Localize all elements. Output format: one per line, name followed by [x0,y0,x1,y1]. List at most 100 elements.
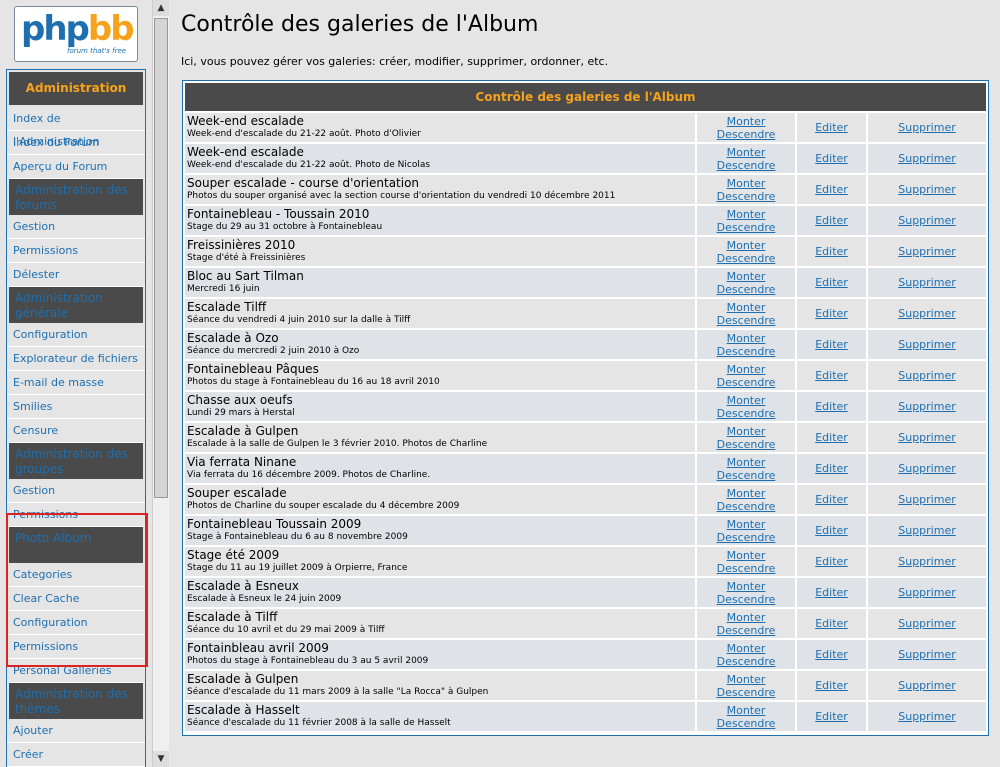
move-down-link[interactable]: Descendre [697,655,795,668]
move-up-link[interactable]: Monter [697,518,795,531]
move-up-link[interactable]: Monter [697,301,795,314]
move-up-link[interactable]: Monter [697,611,795,624]
delete-link[interactable]: Supprimer [868,214,986,227]
nav-item[interactable]: Clear Cache [7,587,145,611]
move-up-link[interactable]: Monter [697,270,795,283]
move-up-link[interactable]: Monter [697,332,795,345]
delete-link[interactable]: Supprimer [868,307,986,320]
delete-link[interactable]: Supprimer [868,121,986,134]
move-up-link[interactable]: Monter [697,673,795,686]
move-up-link[interactable]: Monter [697,456,795,469]
move-up-link[interactable]: Monter [697,177,795,190]
nav-item[interactable]: E-mail de masse [7,371,145,395]
nav-item[interactable]: Explorateur de fichiers [7,347,145,371]
move-down-link[interactable]: Descendre [697,624,795,637]
move-down-link[interactable]: Descendre [697,469,795,482]
nav-item[interactable]: Créer [7,743,145,767]
nav-item[interactable]: Gestion [7,479,145,503]
move-down-link[interactable]: Descendre [697,500,795,513]
edit-link[interactable]: Editer [797,307,866,320]
move-down-link[interactable]: Descendre [697,593,795,606]
move-down-link[interactable]: Descendre [697,686,795,699]
move-up-link[interactable]: Monter [697,642,795,655]
delete-link[interactable]: Supprimer [868,648,986,661]
delete-link[interactable]: Supprimer [868,276,986,289]
move-down-link[interactable]: Descendre [697,221,795,234]
delete-link[interactable]: Supprimer [868,493,986,506]
nav-item[interactable]: Permissions [7,503,145,527]
delete-link[interactable]: Supprimer [868,400,986,413]
edit-link[interactable]: Editer [797,245,866,258]
edit-link[interactable]: Editer [797,152,866,165]
move-down-link[interactable]: Descendre [697,345,795,358]
scroll-up-arrow-icon[interactable]: ▲ [153,0,169,16]
move-down-link[interactable]: Descendre [697,190,795,203]
edit-link[interactable]: Editer [797,555,866,568]
delete-link[interactable]: Supprimer [868,245,986,258]
delete-link[interactable]: Supprimer [868,679,986,692]
move-down-link[interactable]: Descendre [697,717,795,730]
move-up-link[interactable]: Monter [697,239,795,252]
nav-item[interactable]: Censure [7,419,145,443]
edit-link[interactable]: Editer [797,214,866,227]
move-down-link[interactable]: Descendre [697,283,795,296]
nav-item[interactable]: Permissions [7,635,145,659]
delete-link[interactable]: Supprimer [868,152,986,165]
edit-link[interactable]: Editer [797,524,866,537]
edit-link[interactable]: Editer [797,679,866,692]
edit-link[interactable]: Editer [797,493,866,506]
move-down-link[interactable]: Descendre [697,376,795,389]
move-down-link[interactable]: Descendre [697,407,795,420]
move-down-link[interactable]: Descendre [697,128,795,141]
nav-item[interactable]: Configuration [7,323,145,347]
move-up-link[interactable]: Monter [697,208,795,221]
nav-item[interactable]: Index du Forum [7,131,145,155]
edit-link[interactable]: Editer [797,400,866,413]
edit-link[interactable]: Editer [797,648,866,661]
nav-item[interactable]: Configuration [7,611,145,635]
move-down-link[interactable]: Descendre [697,531,795,544]
move-up-link[interactable]: Monter [697,580,795,593]
nav-item[interactable]: Gestion [7,215,145,239]
delete-link[interactable]: Supprimer [868,431,986,444]
edit-link[interactable]: Editer [797,586,866,599]
phpbb-logo[interactable]: phpbb forum that's free [14,6,138,62]
delete-link[interactable]: Supprimer [868,555,986,568]
edit-link[interactable]: Editer [797,617,866,630]
delete-link[interactable]: Supprimer [868,617,986,630]
delete-link[interactable]: Supprimer [868,338,986,351]
move-up-link[interactable]: Monter [697,394,795,407]
delete-link[interactable]: Supprimer [868,369,986,382]
scroll-down-arrow-icon[interactable]: ▼ [153,751,169,767]
delete-link[interactable]: Supprimer [868,183,986,196]
nav-item[interactable]: Categories [7,563,145,587]
edit-link[interactable]: Editer [797,369,866,382]
nav-item[interactable]: Personal Galleries [7,659,145,683]
delete-link[interactable]: Supprimer [868,524,986,537]
edit-link[interactable]: Editer [797,121,866,134]
edit-link[interactable]: Editer [797,276,866,289]
move-up-link[interactable]: Monter [697,487,795,500]
edit-link[interactable]: Editer [797,710,866,723]
edit-link[interactable]: Editer [797,431,866,444]
move-down-link[interactable]: Descendre [697,252,795,265]
nav-item[interactable]: Permissions [7,239,145,263]
move-up-link[interactable]: Monter [697,425,795,438]
scroll-thumb[interactable] [154,18,168,498]
nav-scrollbar[interactable]: ▲ ▼ [152,0,169,767]
move-down-link[interactable]: Descendre [697,159,795,172]
edit-link[interactable]: Editer [797,183,866,196]
nav-item[interactable]: Aperçu du Forum [7,155,145,179]
move-up-link[interactable]: Monter [697,115,795,128]
edit-link[interactable]: Editer [797,462,866,475]
move-up-link[interactable]: Monter [697,549,795,562]
move-down-link[interactable]: Descendre [697,438,795,451]
delete-link[interactable]: Supprimer [868,586,986,599]
move-up-link[interactable]: Monter [697,704,795,717]
nav-item[interactable]: Délester [7,263,145,287]
delete-link[interactable]: Supprimer [868,710,986,723]
nav-item[interactable]: Smilies [7,395,145,419]
move-down-link[interactable]: Descendre [697,562,795,575]
delete-link[interactable]: Supprimer [868,462,986,475]
nav-item[interactable]: Ajouter [7,719,145,743]
